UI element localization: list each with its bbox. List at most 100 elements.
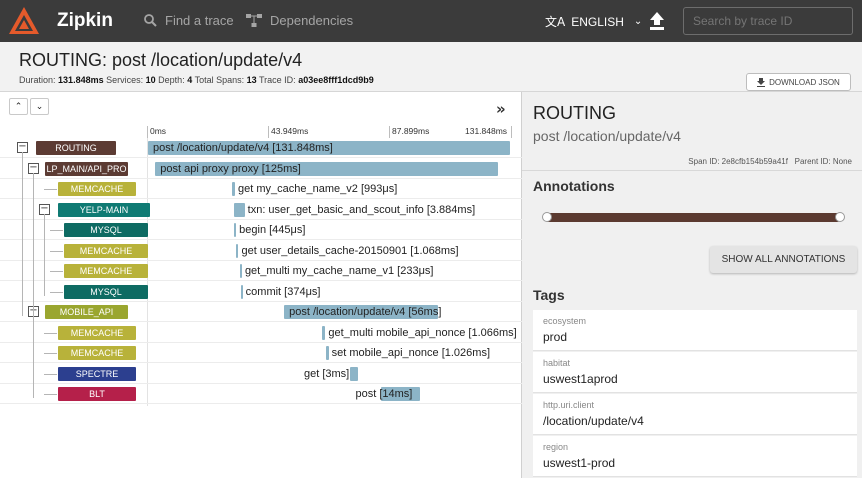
zipkin-logo-icon[interactable] [8, 6, 40, 36]
tree-connector [44, 373, 57, 375]
span-row[interactable]: MEMCACHE set mobile_api_nonce [1.026ms] [0, 343, 522, 363]
span-name: post [14ms] [355, 388, 413, 400]
tree-connector [44, 394, 57, 395]
download-icon [757, 77, 766, 87]
tag-item: http.uri.client /location/update/v4 [533, 394, 857, 435]
expand-down-button[interactable]: ⌄ [30, 98, 49, 115]
total-spans-value: 13 [246, 75, 257, 85]
span-row[interactable]: MEMCACHE get_multi mobile_api_nonce [1.06… [0, 323, 522, 343]
tag-value: uswest1-prod [543, 456, 616, 470]
trace-id-search-input[interactable] [683, 7, 853, 35]
service-label: YELP-MAIN [58, 202, 150, 217]
span-duration-bar[interactable] [349, 366, 359, 381]
service-label: MYSQL [64, 223, 148, 237]
title-span: post /location/update/v4 [112, 50, 303, 70]
service-label: BLT [58, 387, 136, 401]
nav-dependencies-label: Dependencies [270, 13, 354, 28]
tag-value: /location/update/v4 [543, 414, 644, 428]
detail-service-name: ROUTING [533, 103, 616, 123]
tag-key: ecosystem [543, 316, 587, 326]
annotations-heading: Annotations [533, 178, 615, 194]
span-row[interactable]: MEMCACHE get user_details_cache-20150901 … [0, 241, 522, 261]
span-duration-bar[interactable] [239, 264, 242, 278]
span-row[interactable]: MYSQL commit [374μs] [0, 282, 522, 302]
span-row[interactable]: MEMCACHE get_multi my_cache_name_v1 [233μ… [0, 261, 522, 281]
divider [522, 170, 862, 171]
depth-label: Depth: [158, 75, 185, 85]
services-value: 10 [145, 75, 156, 85]
language-selector[interactable]: 文A ENGLISH ⌄ [545, 13, 642, 30]
annotation-marker-end[interactable] [835, 212, 845, 222]
span-duration-bar[interactable] [233, 202, 245, 217]
upload-icon[interactable] [648, 11, 666, 31]
span-duration-bar[interactable] [325, 346, 329, 360]
tick-label: 43.949ms [271, 126, 309, 136]
span-detail-panel: ROUTING post /location/update/v4 Span ID… [522, 92, 862, 478]
span-name: get_multi my_cache_name_v1 [233μs] [244, 265, 434, 277]
chevron-up-icon: ⌃ [14, 101, 23, 112]
show-all-annotations-label: SHOW ALL ANNOTATIONS [721, 254, 846, 265]
nav-dependencies[interactable]: Dependencies [246, 13, 353, 28]
tree-connector [44, 332, 57, 334]
tree-connector [50, 271, 63, 272]
span-row[interactable]: − LP_MAIN/API_PRO post api proxy proxy [12… [0, 159, 522, 179]
tag-key: region [543, 442, 569, 452]
span-duration-bar[interactable] [240, 284, 243, 299]
depth-value: 4 [187, 75, 193, 85]
tree-connector [50, 291, 63, 293]
tree-connector [50, 250, 63, 252]
tick-label: 0ms [150, 126, 167, 136]
span-duration-bar[interactable] [234, 223, 237, 237]
parent-id-value: None [832, 157, 852, 166]
app-name[interactable]: Zipkin [57, 10, 113, 32]
span-name: txn: user_get_basic_and_scout_info [3.88… [247, 203, 476, 216]
span-name: commit [374μs] [245, 285, 321, 298]
span-row[interactable]: SPECTRE get [3ms] [0, 364, 522, 384]
span-duration-bar[interactable] [235, 243, 239, 258]
search-icon [144, 14, 157, 27]
span-name: get user_details_cache-20150901 [1.068ms… [241, 244, 459, 257]
span-id-value: 2e8cfb154b59a41f [721, 157, 788, 166]
span-duration-bar[interactable] [322, 325, 326, 340]
show-all-annotations-button[interactable]: SHOW ALL ANNOTATIONS [710, 246, 857, 273]
chevron-down-icon: ⌄ [633, 16, 643, 27]
span-row[interactable]: −MOBILE_APIpost /location/update/v4 [56m… [0, 302, 522, 322]
span-row[interactable]: BLT post [14ms] [0, 384, 522, 404]
tree-connector [44, 189, 57, 190]
nav-find-trace-label: Find a trace [165, 13, 234, 28]
span-name: post api proxy proxy [125ms] [160, 162, 301, 175]
service-label: SPECTRE [58, 366, 136, 381]
span-name: get my_cache_name_v2 [993μs] [238, 183, 398, 195]
span-name: post /location/update/v4 [131.848ms] [153, 142, 333, 154]
tree-connector [33, 316, 34, 398]
parent-id-label: Parent ID: [794, 157, 831, 166]
tag-item: habitat uswest1aprod [533, 352, 857, 393]
download-json-button[interactable]: DOWNLOAD JSON [746, 73, 851, 91]
service-label: MEMCACHE [58, 346, 136, 360]
span-row[interactable]: MEMCACHE get my_cache_name_v2 [993μs] [0, 179, 522, 199]
tag-value: uswest1aprod [543, 372, 618, 386]
span-name: begin [445μs] [239, 224, 306, 236]
span-row[interactable]: − YELP-MAIN txn: user_get_basic_and_scout_… [0, 200, 522, 220]
tag-item: region uswest1-prod [533, 436, 857, 477]
span-duration-bar[interactable] [232, 182, 236, 196]
annotation-marker-start[interactable] [542, 212, 552, 222]
tree-connector [22, 152, 23, 316]
service-label: MEMCACHE [64, 243, 148, 258]
trace-summary: Duration: 131.848ms Services: 10 Depth: … [19, 75, 374, 85]
tags-heading: Tags [533, 287, 565, 303]
services-label: Services: [106, 75, 144, 85]
language-label: ENGLISH [571, 14, 624, 29]
expand-timeline-icon[interactable]: » [496, 100, 506, 118]
tick-label: 131.848ms [465, 126, 508, 136]
span-row[interactable]: MYSQL begin [445μs] [0, 220, 522, 240]
nav-find-trace[interactable]: Find a trace [144, 13, 234, 28]
duration-label: Duration: [19, 75, 56, 85]
span-name: get_multi mobile_api_nonce [1.066ms] [328, 326, 517, 339]
span-row[interactable]: − ROUTING post /location/update/v4 [131.84… [0, 138, 522, 158]
title-service: ROUTING: [19, 50, 107, 70]
tag-item: ecosystem prod [533, 310, 857, 351]
row-divider [0, 403, 522, 404]
collapse-up-button[interactable]: ⌃ [9, 98, 28, 115]
tree-connector [44, 353, 57, 354]
